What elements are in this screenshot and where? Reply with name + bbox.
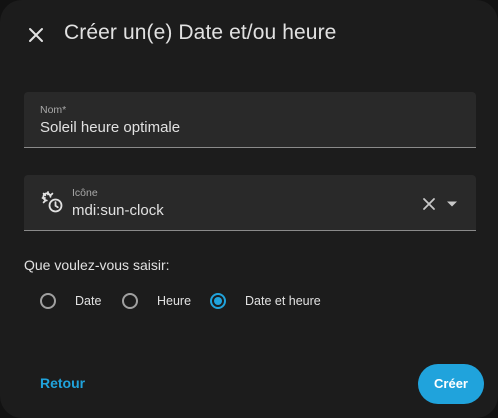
radio-time-label[interactable]: Heure [157,294,191,308]
name-field[interactable]: Nom* Soleil heure optimale [24,92,476,148]
create-helper-dialog: Créer un(e) Date et/ou heure Nom* Soleil… [0,0,498,418]
close-icon [29,28,43,42]
create-button[interactable]: Créer [418,364,484,404]
chevron-down-icon[interactable] [446,200,458,208]
radio-date[interactable]: Date [38,289,101,313]
radio-time[interactable]: Heure [120,289,191,313]
close-button[interactable] [22,21,50,49]
sun-clock-icon [41,191,63,213]
dialog-title: Créer un(e) Date et/ou heure [64,21,337,44]
radio-date-time[interactable]: Date et heure [208,289,321,313]
radio-time-circle[interactable] [122,293,138,309]
radio-date-circle[interactable] [40,293,56,309]
clear-icon-button[interactable] [421,196,437,212]
radio-date-time-label[interactable]: Date et heure [245,294,321,308]
name-field-label: Nom* [40,104,67,116]
mode-radio-group: Date Heure Date et heure [0,289,498,313]
icon-picker-field[interactable]: Icône mdi:sun-clock [24,175,476,231]
icon-field-label: Icône [72,187,98,199]
name-field-value[interactable]: Soleil heure optimale [40,119,180,136]
icon-field-value[interactable]: mdi:sun-clock [72,202,164,219]
back-button[interactable]: Retour [28,368,97,398]
radio-date-time-circle[interactable] [210,293,226,309]
mode-question: Que voulez-vous saisir: [24,257,170,273]
radio-date-label[interactable]: Date [75,294,101,308]
